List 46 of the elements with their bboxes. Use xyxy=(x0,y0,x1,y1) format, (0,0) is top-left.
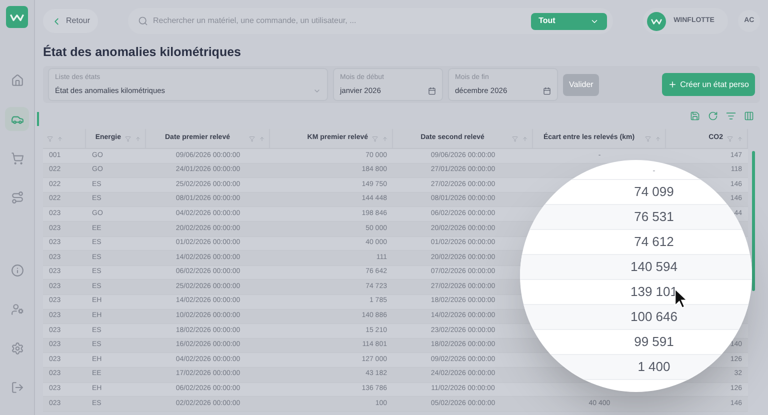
home-icon xyxy=(10,74,24,86)
route-icon xyxy=(10,190,24,204)
magnified-value: 1 400 xyxy=(638,358,670,376)
logo-icon xyxy=(650,18,662,24)
magnified-value: 74 099 xyxy=(634,183,674,202)
logo-icon xyxy=(10,12,24,22)
magnified-value: 140 594 xyxy=(630,258,678,276)
magnified-value: 139 101 xyxy=(630,283,678,302)
magnified-value: 74 612 xyxy=(634,233,674,252)
sort-icon[interactable] xyxy=(57,136,63,142)
cart-icon xyxy=(10,152,24,164)
magnified-value: 100 646 xyxy=(630,308,678,326)
sort-icon[interactable] xyxy=(382,136,388,142)
sort-icon[interactable] xyxy=(655,136,661,142)
magnified-value: - xyxy=(652,164,656,176)
columns-icon[interactable] xyxy=(744,111,754,121)
calendar-icon xyxy=(428,86,436,94)
settings-icon xyxy=(10,342,24,354)
filter-icon[interactable] xyxy=(249,136,255,142)
active-indicator xyxy=(37,112,39,126)
sort-icon[interactable] xyxy=(522,136,528,142)
calendar-icon xyxy=(543,86,551,94)
back-button[interactable]: Retour xyxy=(43,9,98,33)
filter-icon[interactable] xyxy=(125,136,131,142)
sort-icon[interactable] xyxy=(135,136,141,142)
magnified-value: 76 531 xyxy=(634,208,674,226)
search-icon xyxy=(138,16,148,26)
filter-icon[interactable] xyxy=(512,136,518,142)
logout-icon xyxy=(10,380,24,394)
app-logo[interactable] xyxy=(6,6,28,28)
sidebar-car-button[interactable] xyxy=(5,107,29,131)
reset-icon[interactable] xyxy=(708,111,718,121)
filter-icon[interactable] xyxy=(372,136,378,142)
user-icon xyxy=(10,302,24,316)
filter-icon[interactable] xyxy=(645,136,651,142)
filter-icon[interactable] xyxy=(47,136,53,142)
filter-export-icon[interactable] xyxy=(726,111,736,121)
magnified-value: 99 591 xyxy=(634,333,674,352)
sort-icon[interactable] xyxy=(737,136,743,142)
sort-icon[interactable] xyxy=(259,136,265,142)
filter-icon[interactable] xyxy=(727,136,733,142)
scrollbar[interactable] xyxy=(752,151,755,291)
plus-icon xyxy=(668,80,678,89)
page-title: État des anomalies kilométriques xyxy=(43,44,242,61)
info-icon xyxy=(10,264,24,276)
save-icon[interactable] xyxy=(690,111,700,121)
